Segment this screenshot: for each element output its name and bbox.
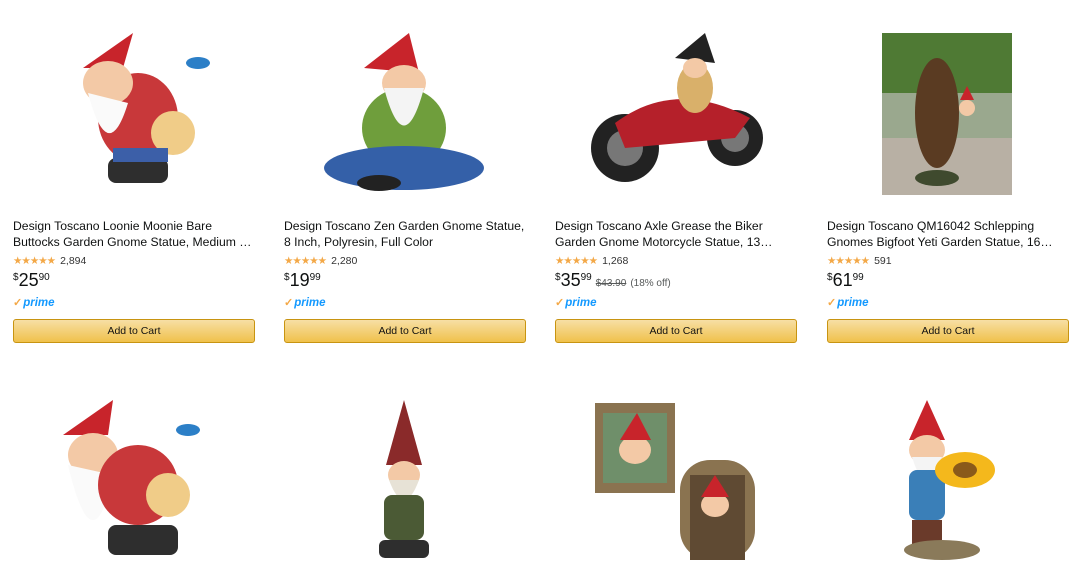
discount-label: (18% off) [630, 278, 671, 289]
prime-label: prime [294, 296, 326, 309]
prime-label: prime [23, 296, 55, 309]
rating[interactable]: ★★★★★ 2,894 [13, 255, 86, 267]
add-to-cart-button[interactable]: Add to Cart [13, 319, 255, 343]
star-rating-icon: ★★★★★ [827, 255, 870, 267]
price: $35 99 $43.90 (18% off) [555, 270, 671, 290]
prime-label: prime [837, 296, 869, 309]
window-door-gnomes-image [595, 403, 755, 560]
price: $61 99 [827, 270, 864, 290]
price-whole: 61 [832, 270, 853, 290]
prime-check-icon: ✓ [13, 297, 23, 309]
prime-badge: ✓ prime [555, 296, 597, 310]
product-image-7[interactable] [555, 395, 797, 565]
price: $25 90 [13, 270, 50, 290]
rating[interactable]: ★★★★★ 2,280 [284, 255, 357, 267]
add-to-cart-button[interactable]: Add to Cart [827, 319, 1069, 343]
review-count[interactable]: 2,280 [331, 255, 357, 267]
gnome-bare-buttocks-image [83, 33, 210, 183]
star-rating-icon: ★★★★★ [13, 255, 56, 267]
sunflower-gnome-image [904, 400, 995, 560]
zen-gnome-image [324, 33, 484, 191]
biker-gnome-image [591, 33, 763, 182]
price-whole: 35 [560, 270, 581, 290]
product-image-5[interactable] [13, 395, 255, 565]
rating[interactable]: ★★★★★ 591 [827, 255, 892, 267]
product-image-2[interactable] [284, 28, 526, 198]
price-whole: 25 [18, 270, 39, 290]
bigfoot-gnome-image [882, 33, 1012, 195]
product-image-1[interactable] [13, 28, 255, 198]
product-title[interactable]: Design Toscano Loonie Moonie Bare Buttoc… [13, 218, 255, 250]
product-image-3[interactable] [555, 28, 797, 198]
price-fraction: 99 [852, 272, 864, 283]
gnome-bare-buttocks-image-2 [63, 400, 200, 555]
prime-badge: ✓ prime [13, 296, 55, 310]
product-title[interactable]: Design Toscano Axle Grease the Biker Gar… [555, 218, 797, 250]
product-image-8[interactable] [827, 395, 1069, 565]
rating[interactable]: ★★★★★ 1,268 [555, 255, 628, 267]
list-price: $43.90 [595, 278, 627, 289]
price: $19 99 [284, 270, 321, 290]
review-count[interactable]: 591 [874, 255, 892, 267]
product-image-4[interactable] [827, 28, 1069, 198]
prime-badge: ✓ prime [827, 296, 869, 310]
review-count[interactable]: 2,894 [60, 255, 86, 267]
prime-check-icon: ✓ [555, 297, 565, 309]
add-to-cart-button[interactable]: Add to Cart [555, 319, 797, 343]
price-whole: 19 [289, 270, 310, 290]
prime-badge: ✓ prime [284, 296, 326, 310]
tall-hat-gnome-image [379, 400, 429, 558]
prime-check-icon: ✓ [827, 297, 837, 309]
price-fraction: 99 [309, 272, 321, 283]
star-rating-icon: ★★★★★ [555, 255, 598, 267]
price-fraction: 99 [580, 272, 592, 283]
prime-check-icon: ✓ [284, 297, 294, 309]
review-count[interactable]: 1,268 [602, 255, 628, 267]
add-to-cart-button[interactable]: Add to Cart [284, 319, 526, 343]
star-rating-icon: ★★★★★ [284, 255, 327, 267]
product-image-6[interactable] [284, 395, 526, 565]
product-title[interactable]: Design Toscano Zen Garden Gnome Statue, … [284, 218, 526, 250]
prime-label: prime [565, 296, 597, 309]
price-fraction: 90 [38, 272, 50, 283]
product-title[interactable]: Design Toscano QM16042 Schlepping Gnomes… [827, 218, 1069, 250]
